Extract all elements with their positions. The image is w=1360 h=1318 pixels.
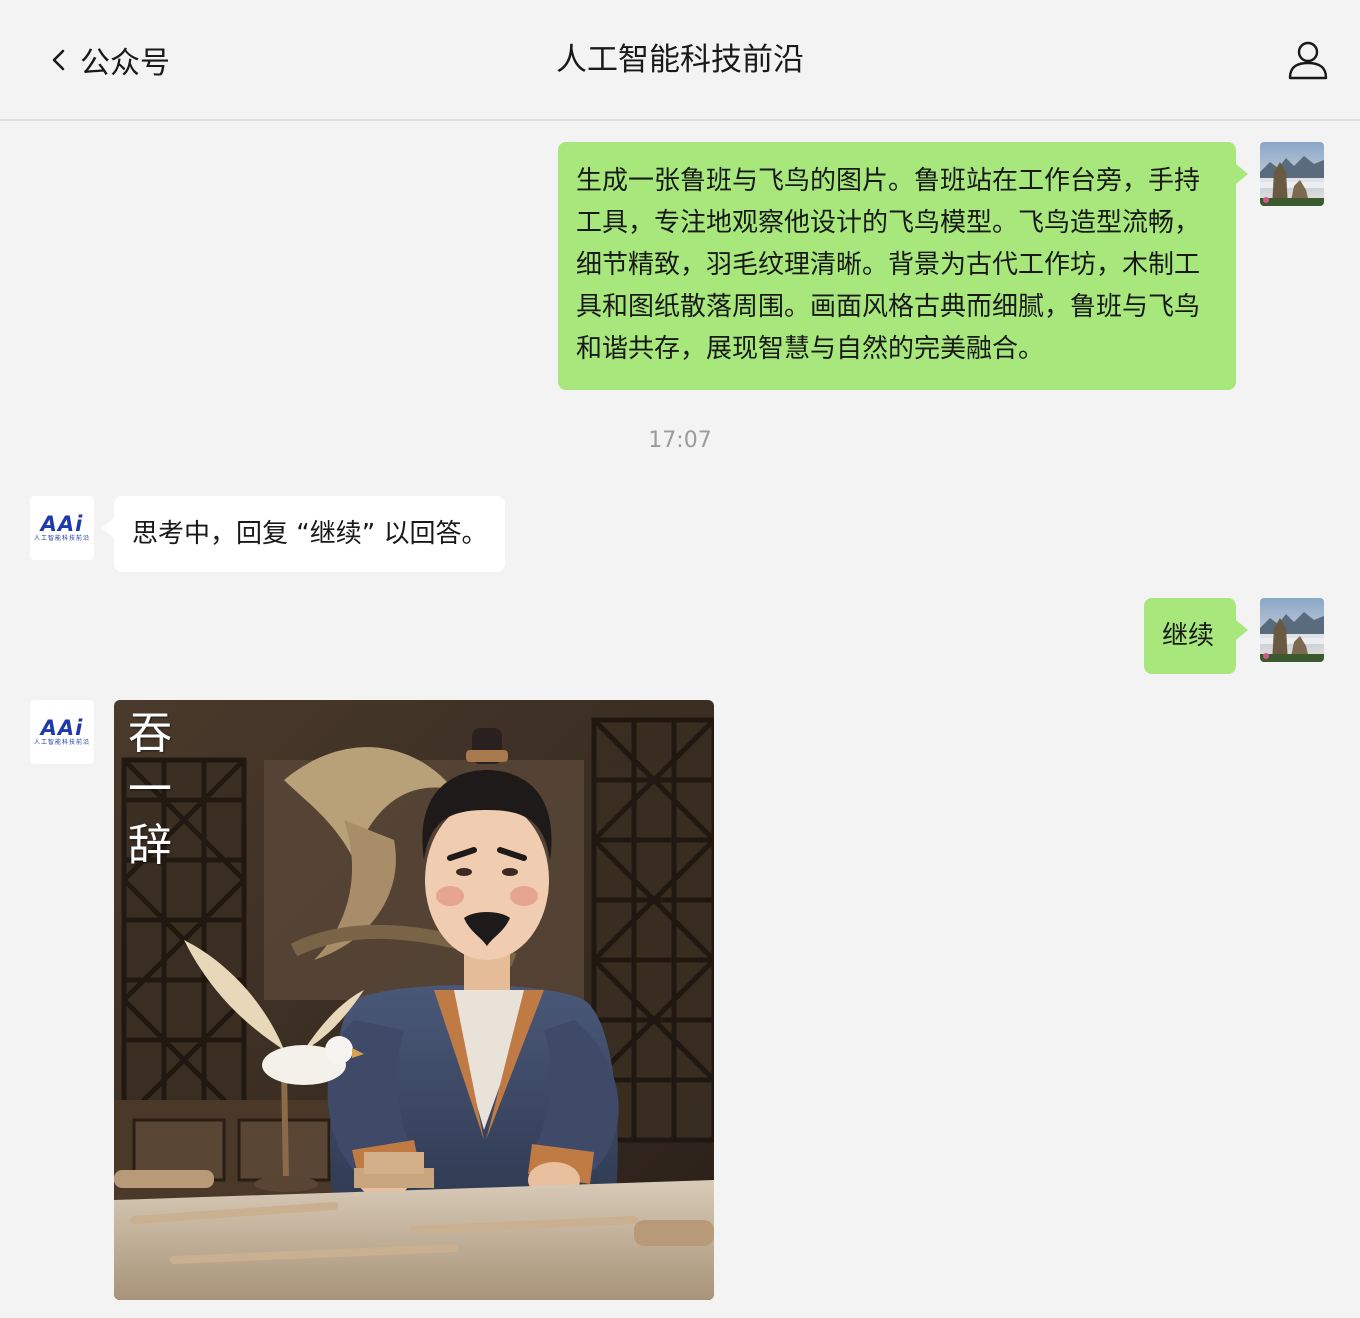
aai-logo: AAi: [40, 716, 84, 740]
message-text: 继续: [1162, 621, 1215, 651]
calligraphy-watermark: 吞一辞: [128, 708, 172, 871]
aai-logo-subtitle: 人工智能科技前沿: [33, 535, 90, 542]
user-avatar[interactable]: [1260, 142, 1324, 206]
sent-message-bubble[interactable]: 生成一张鲁班与飞鸟的图片。鲁班站在工作台旁，手持工具，专注地观察他设计的飞鸟模型…: [558, 142, 1248, 390]
luban-flying-bird-illustration: [114, 700, 714, 1300]
page-title: 人工智能科技前沿: [556, 42, 804, 78]
timestamp: 17:07: [648, 428, 712, 453]
header-bar: 公众号 人工智能科技前沿: [0, 0, 1360, 121]
bot-avatar[interactable]: AAi 人工智能科技前沿: [30, 496, 94, 560]
received-message-bubble[interactable]: 思考中，回复 “继续” 以回答。: [101, 496, 506, 572]
landscape-avatar-image: [1260, 598, 1324, 662]
aai-logo: AAi: [40, 512, 84, 536]
sent-message-bubble[interactable]: 继续: [1144, 598, 1248, 674]
message-text: 生成一张鲁班与飞鸟的图片。鲁班站在工作台旁，手持工具，专注地观察他设计的飞鸟模型…: [576, 166, 1201, 364]
aai-logo-subtitle: 人工智能科技前沿: [33, 739, 90, 746]
user-avatar[interactable]: [1260, 598, 1324, 662]
profile-button[interactable]: [1286, 38, 1330, 82]
person-icon: [1288, 41, 1328, 80]
landscape-avatar-image: [1260, 142, 1324, 206]
message-text: 思考中，回复 “继续” 以回答。: [132, 519, 488, 549]
bot-avatar[interactable]: AAi 人工智能科技前沿: [30, 700, 94, 764]
generated-image-message[interactable]: 吞一辞: [114, 700, 714, 1300]
